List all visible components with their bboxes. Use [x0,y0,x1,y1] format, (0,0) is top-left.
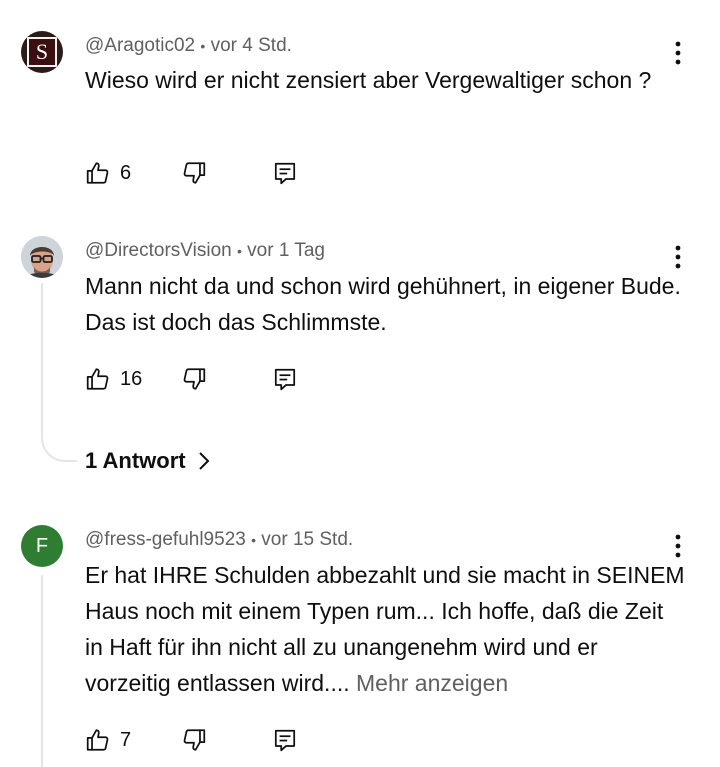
thread-line [41,283,43,403]
avatar-letter: S [35,39,49,64]
view-replies-button[interactable]: 1 Antwort [85,448,210,474]
dislike-button[interactable] [181,364,207,394]
thread-line [41,575,43,767]
replies-label: 1 Antwort [85,448,186,473]
comment-text: Wieso wird er nicht zensiert aber Vergew… [85,67,652,93]
show-more-link[interactable]: Mehr anzeigen [356,670,508,696]
more-vert-icon[interactable] [668,242,688,272]
author-name[interactable]: @Aragotic02 [85,35,195,56]
thumbs-up-icon [86,729,109,751]
more-vert-icon[interactable] [668,38,688,68]
thumbs-down-icon [183,162,206,184]
thumbs-up-icon [86,368,109,390]
reply-button[interactable] [272,725,298,755]
reply-icon [274,729,296,752]
author-name[interactable]: @fress-gefuhl9523 [85,529,246,550]
author-name[interactable]: @DirectorsVision [85,240,232,261]
thread-connector [41,400,77,462]
avatar[interactable]: S [21,31,63,73]
like-count: 7 [120,728,132,751]
comment-text: Mann nicht da und schon wird gehühnert, … [85,273,681,335]
reply-icon [274,368,296,391]
avatar-letter: F [35,534,49,557]
meta-separator: • [251,532,257,548]
thumbs-down-icon [183,729,206,751]
more-vert-icon[interactable] [668,531,688,561]
comment-meta: @fress-gefuhl9523 • vor 15 Std. [85,529,353,551]
meta-separator: • [236,243,242,259]
comment-meta: @Aragotic02 • vor 4 Std. [85,35,292,57]
comment-text: Er hat IHRE Schulden abbezahlt und sie m… [85,557,685,701]
reply-button[interactable] [272,158,298,188]
dislike-button[interactable] [181,725,207,755]
like-count: 6 [120,161,132,184]
comment-time[interactable]: vor 15 Std. [261,529,353,550]
like-button[interactable]: 7 [85,725,131,755]
avatar[interactable]: F [21,525,63,567]
like-button[interactable]: 16 [85,364,142,394]
comment-time[interactable]: vor 4 Std. [211,35,292,56]
thumbs-down-icon [183,368,206,390]
reply-icon [274,162,296,185]
thumbs-up-icon [86,162,109,184]
comment-time[interactable]: vor 1 Tag [247,240,325,261]
like-count: 16 [120,367,143,390]
meta-separator: • [200,38,206,54]
chevron-right-icon [198,452,210,470]
comment-meta: @DirectorsVision • vor 1 Tag [85,240,325,262]
dislike-button[interactable] [181,158,207,188]
like-button[interactable]: 6 [85,158,131,188]
reply-button[interactable] [272,364,298,394]
avatar[interactable] [21,236,63,278]
